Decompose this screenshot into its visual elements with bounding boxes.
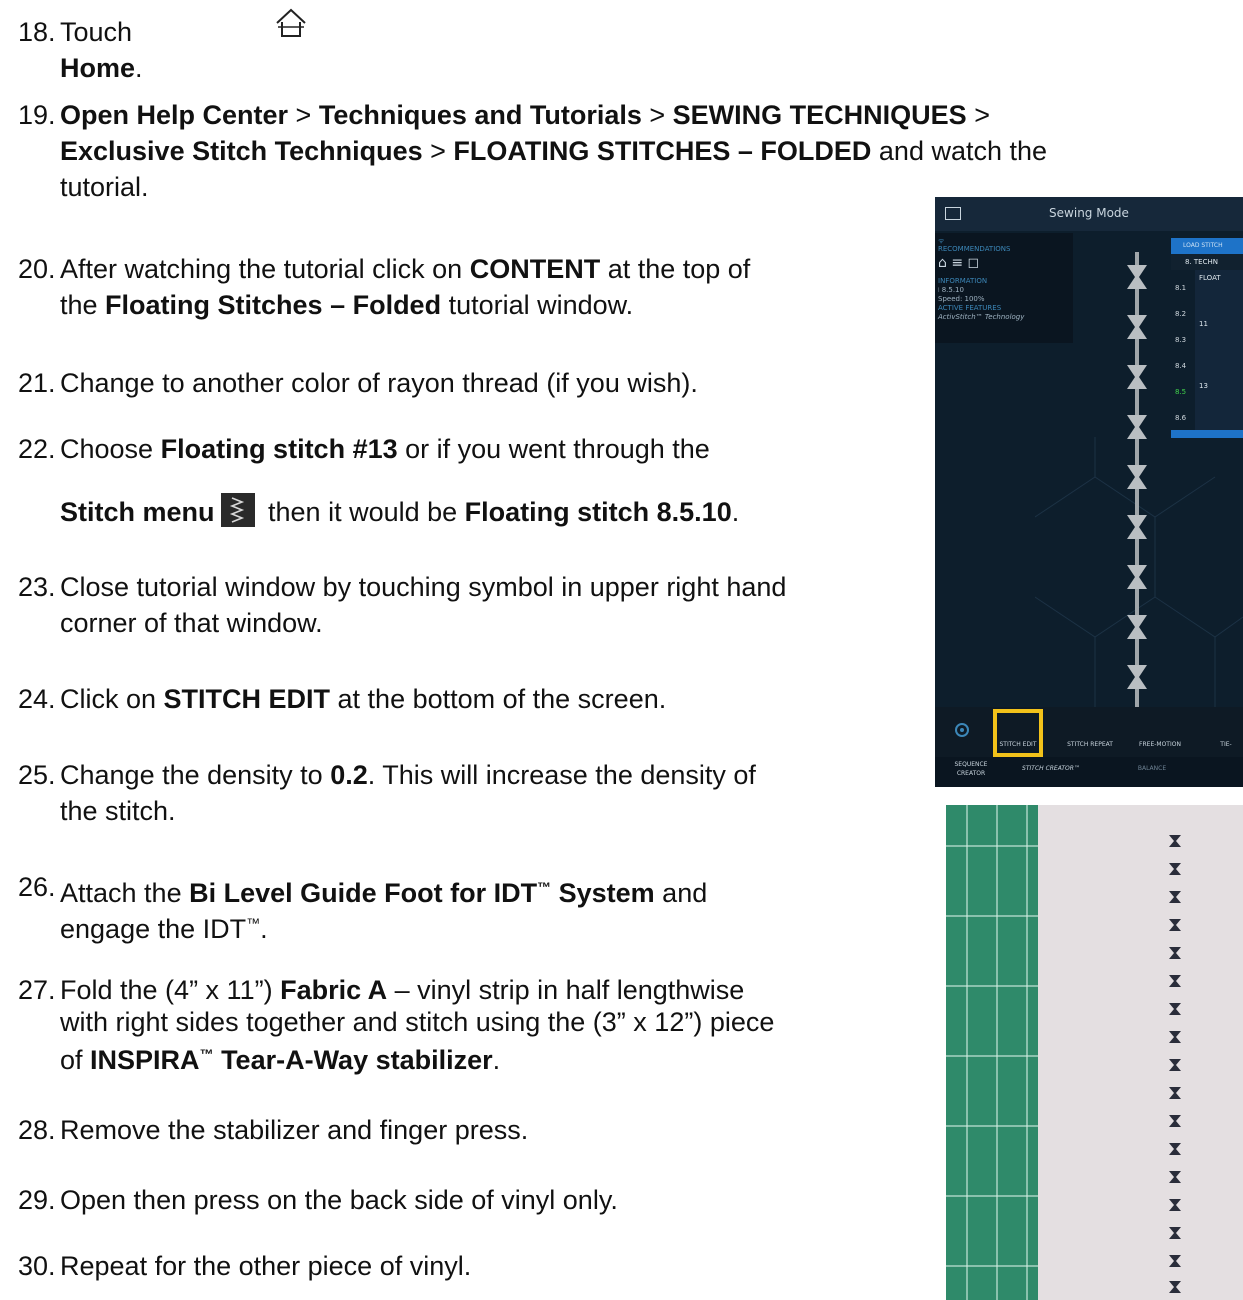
speed-value: Speed: 100% bbox=[938, 295, 985, 303]
stitched-vinyl-photo bbox=[946, 805, 1243, 1300]
screen-header: Sewing Mode bbox=[935, 197, 1243, 231]
information-label: INFORMATION bbox=[938, 277, 988, 285]
step-text: Fold the (4” x 11”) Fabric A – vinyl str… bbox=[60, 975, 775, 1075]
stitch-row[interactable]: 8.6 bbox=[1175, 414, 1186, 422]
sewing-mode-screenshot: Sewing Mode ᯤ RECOMMENDATIONS ⌂ ≡ ◻ INFO… bbox=[935, 197, 1243, 787]
floating-label: FLOAT bbox=[1199, 274, 1221, 282]
balance-tab[interactable]: BALANCE bbox=[1127, 765, 1177, 772]
stitch-number: ⧘ 8.5.10 bbox=[938, 286, 964, 294]
step-text: Click on STITCH EDIT at the bottom of th… bbox=[60, 684, 667, 714]
load-panel-footer bbox=[1171, 430, 1243, 438]
step-text: Close tutorial window by touching symbol… bbox=[60, 572, 787, 638]
free-motion-button[interactable]: FREE-MOTION bbox=[1130, 741, 1190, 748]
stitch-edit-highlight bbox=[993, 709, 1043, 757]
step-number: 24. bbox=[18, 684, 56, 714]
step-number: 20. bbox=[18, 254, 56, 284]
stitch-preview-marks bbox=[1127, 265, 1147, 689]
step-number: 21. bbox=[18, 368, 56, 398]
stitch-number-label: 11 bbox=[1199, 320, 1208, 328]
category-label: 8. TECHN bbox=[1171, 254, 1243, 270]
active-features-label: ACTIVE FEATURES bbox=[938, 304, 1002, 312]
step-text: Open Help Center > Techniques and Tutori… bbox=[60, 100, 1048, 202]
recommendation-icons: ⌂ ≡ ◻ bbox=[938, 255, 980, 271]
step-text: Choose Floating stitch #13 or if you wen… bbox=[60, 434, 740, 527]
stitch-row[interactable]: 8.3 bbox=[1175, 336, 1186, 344]
step-number: 19. bbox=[18, 100, 56, 130]
stitch-thumbnails: FLOAT 11 13 bbox=[1195, 270, 1243, 430]
step-text: Touch Home. bbox=[60, 17, 143, 83]
step-number: 26. bbox=[18, 872, 56, 902]
stitch-row-selected[interactable]: 8.5 bbox=[1175, 388, 1186, 396]
load-stitch-panel: LOAD STITCH 8. TECHN 8.1 8.2 8.3 8.4 8.5… bbox=[1171, 238, 1243, 438]
info-panel: ᯤ RECOMMENDATIONS ⌂ ≡ ◻ INFORMATION ⧘ 8.… bbox=[935, 233, 1073, 343]
recommendations-label: RECOMMENDATIONS bbox=[938, 245, 1011, 253]
step-number: 28. bbox=[18, 1115, 56, 1145]
step-text: Change to another color of rayon thread … bbox=[60, 368, 698, 398]
home-icon bbox=[276, 8, 306, 37]
bottom-toolbar: STITCH EDIT STITCH REPEAT FREE-MOTION TI… bbox=[935, 707, 1243, 757]
step-text: Change the density to 0.2. This will inc… bbox=[60, 760, 756, 826]
step-number: 27. bbox=[18, 975, 56, 1005]
vinyl-fabric bbox=[1038, 805, 1243, 1300]
screen-title: Sewing Mode bbox=[1049, 206, 1129, 220]
step-number: 23. bbox=[18, 572, 56, 602]
bottom-tabs: SEQUENCE CREATOR STITCH CREATOR™ BALANCE bbox=[935, 757, 1243, 787]
stitch-repeat-button[interactable]: STITCH REPEAT bbox=[1060, 741, 1120, 748]
tie-off-button[interactable]: TIE- bbox=[1211, 741, 1241, 748]
step-text: After watching the tutorial click on CON… bbox=[60, 254, 751, 320]
stitch-list: 8.1 8.2 8.3 8.4 8.5 8.6 FLOAT 11 13 bbox=[1171, 270, 1243, 430]
stitch-creator-tab[interactable]: STITCH CREATOR™ bbox=[1011, 765, 1091, 772]
stitch-row[interactable]: 8.4 bbox=[1175, 362, 1186, 370]
stitch-menu-icon bbox=[220, 493, 255, 527]
activstitch-label: ActivStitch™ Technology bbox=[938, 313, 1025, 321]
load-stitch-header: LOAD STITCH bbox=[1171, 238, 1243, 254]
settings-icon[interactable] bbox=[953, 721, 971, 739]
step-text: Attach the Bi Level Guide Foot for IDT™ … bbox=[60, 878, 708, 944]
step-number: 18. bbox=[18, 17, 56, 47]
step-number: 25. bbox=[18, 760, 56, 790]
step-number: 22. bbox=[18, 434, 56, 464]
floating-stitches bbox=[1169, 835, 1181, 1293]
stitch-row[interactable]: 8.2 bbox=[1175, 310, 1186, 318]
stitch-number-label: 13 bbox=[1199, 382, 1208, 390]
step-text: Open then press on the back side of viny… bbox=[60, 1185, 618, 1215]
sequence-creator-tab-line2[interactable]: CREATOR bbox=[951, 770, 991, 777]
step-text: Remove the stabilizer and finger press. bbox=[60, 1115, 529, 1145]
step-number: 29. bbox=[18, 1185, 56, 1215]
sequence-creator-tab[interactable]: SEQUENCE bbox=[951, 761, 991, 768]
stitch-row[interactable]: 8.1 bbox=[1175, 284, 1186, 292]
step-number: 30. bbox=[18, 1251, 56, 1281]
step-text: Repeat for the other piece of vinyl. bbox=[60, 1251, 472, 1281]
